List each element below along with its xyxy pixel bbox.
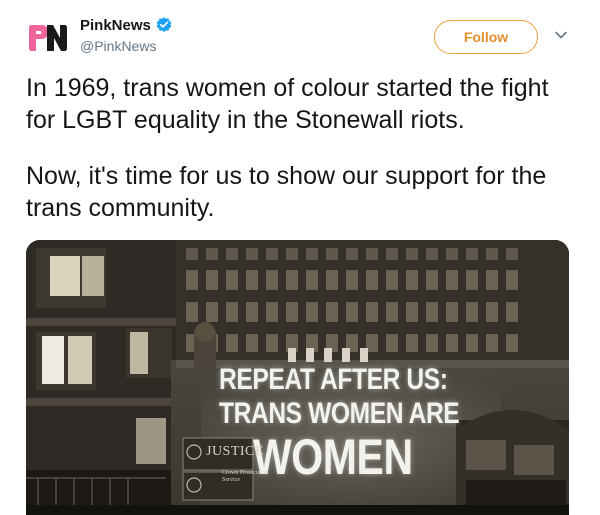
projection-line: WOMEN	[253, 429, 413, 485]
follow-button[interactable]: Follow	[434, 20, 538, 54]
justice-sign: JUSTICE	[206, 444, 264, 459]
account-handle[interactable]: @PinkNews	[80, 38, 173, 54]
tweet-header: PinkNews @PinkNews Follow	[26, 12, 586, 62]
verified-badge-icon	[156, 17, 172, 32]
cps-sign: Crown Prosecution Service	[222, 470, 269, 483]
tweet-photo[interactable]: REPEAT AFTER US: TRANS WOMEN ARE WOMEN J…	[26, 240, 569, 515]
tweet-text: In 1969, trans women of colour started t…	[26, 72, 574, 224]
tweet-paragraph: Now, it's time for us to show our suppor…	[26, 162, 547, 222]
projection-line: TRANS WOMEN ARE	[219, 397, 460, 430]
account-info: PinkNews @PinkNews	[80, 16, 173, 54]
projection-line: REPEAT AFTER US:	[219, 363, 448, 396]
tweet-paragraph: In 1969, trans women of colour started t…	[26, 74, 549, 134]
display-name[interactable]: PinkNews	[80, 17, 151, 34]
pinknews-logo-icon[interactable]	[26, 16, 70, 60]
chevron-down-icon[interactable]	[554, 28, 568, 42]
